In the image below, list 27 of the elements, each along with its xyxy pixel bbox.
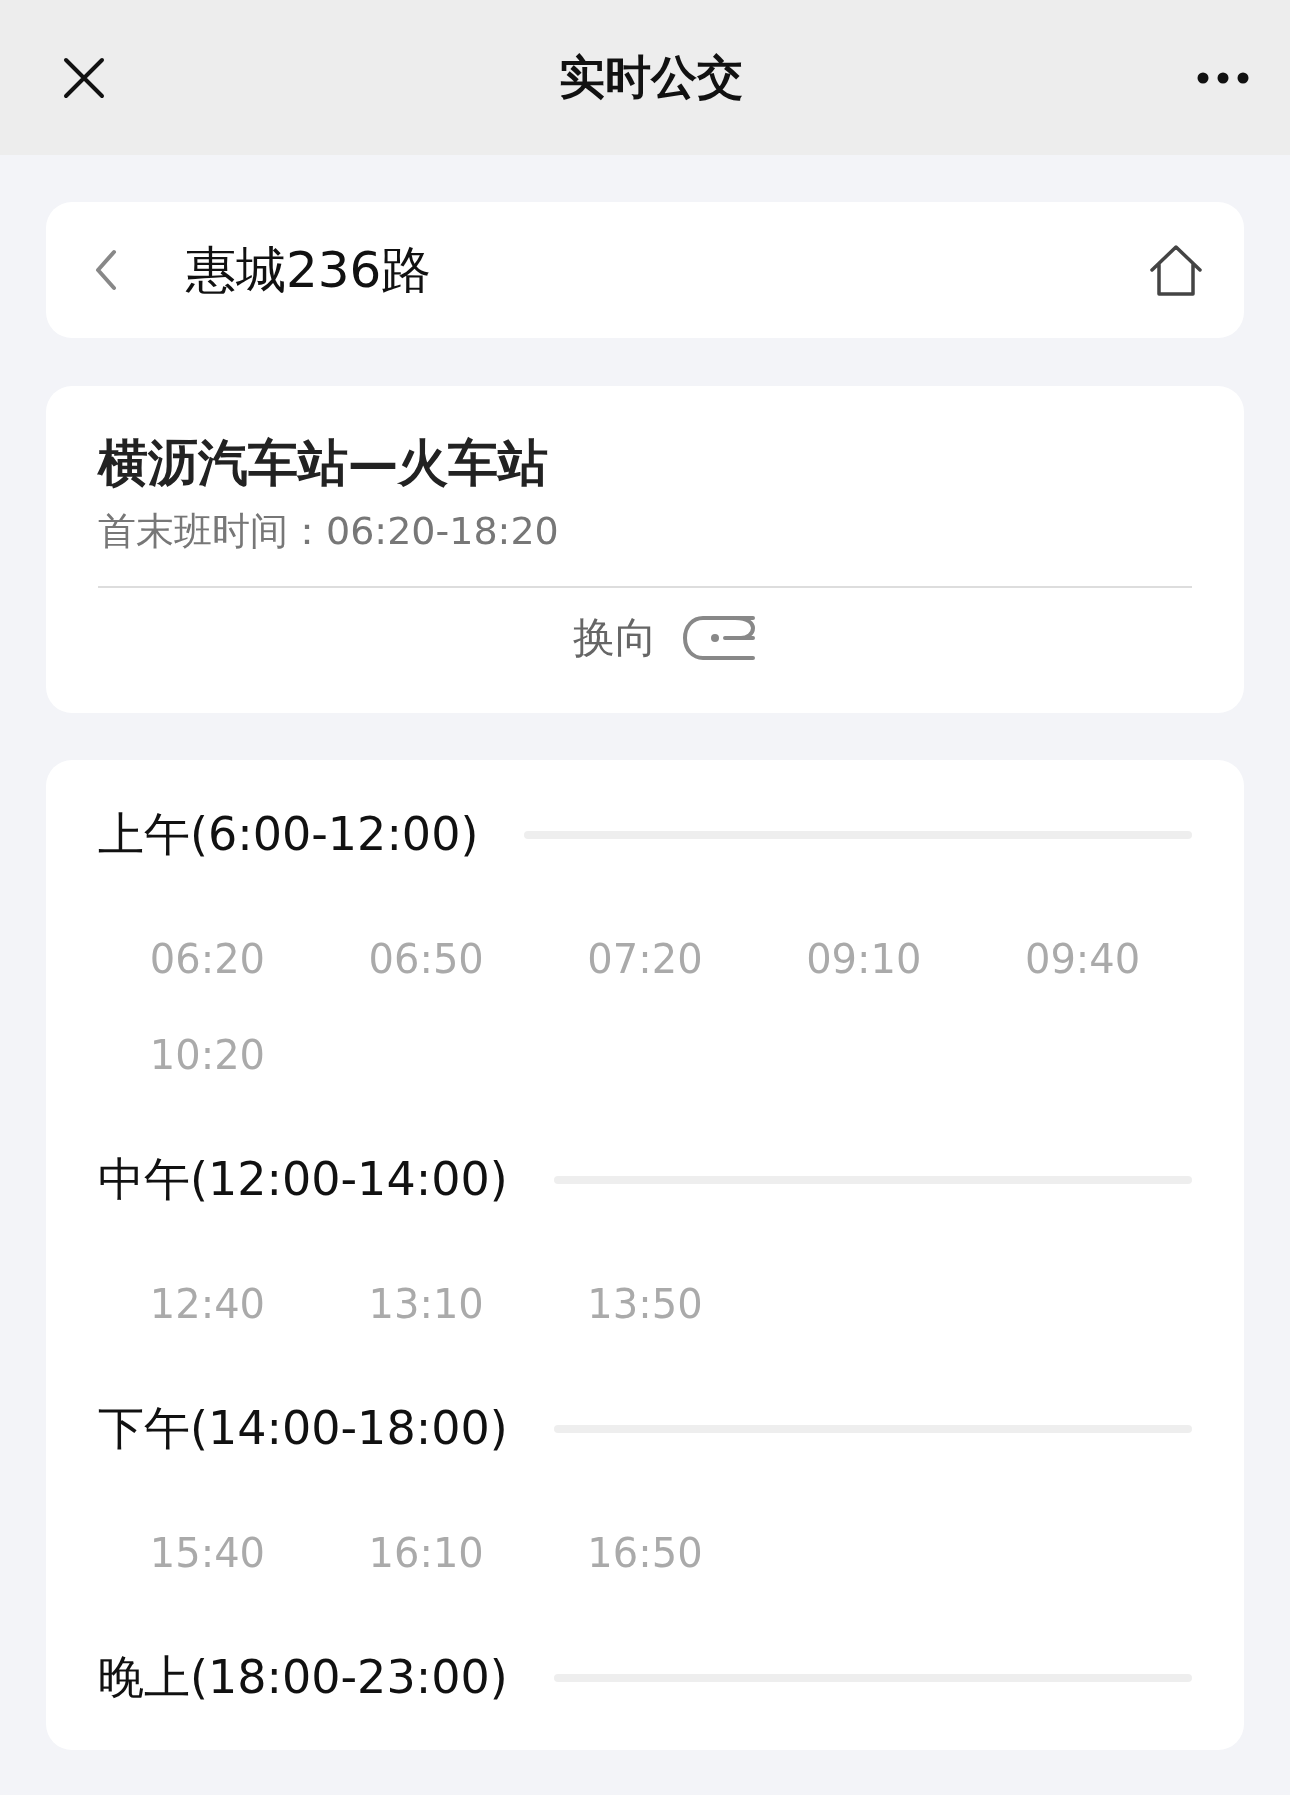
- departure-time: 15:40: [148, 1529, 267, 1578]
- period-label: 中午(12:00-14:00): [98, 1151, 508, 1208]
- home-icon[interactable]: [1148, 242, 1204, 298]
- route-name: 惠城236路: [186, 239, 433, 301]
- departure-time: 12:40: [148, 1280, 267, 1329]
- close-icon[interactable]: [62, 55, 106, 100]
- departure-time: 07:20: [586, 935, 704, 984]
- departure-time: 06:20: [148, 935, 267, 984]
- period-label: 上午(6:00-12:00): [98, 806, 479, 863]
- period-label: 下午(14:00-18:00): [98, 1400, 508, 1457]
- departure-time: 10:20: [148, 1031, 267, 1080]
- hours-value: 06:20-18:20: [326, 509, 559, 553]
- switch-direction-button[interactable]: 换向: [533, 610, 757, 666]
- hours-label: 首末班时间：: [98, 509, 326, 553]
- departure-time: 09:10: [805, 935, 923, 984]
- page-title: 实时公交: [559, 48, 743, 106]
- swap-icon: [681, 614, 757, 662]
- departure-time: 13:10: [367, 1280, 485, 1329]
- departure-time: 13:50: [586, 1280, 704, 1329]
- departure-time: 06:50: [367, 935, 485, 984]
- more-icon[interactable]: [1196, 70, 1250, 85]
- back-icon[interactable]: [94, 248, 118, 292]
- departure-time: 16:50: [586, 1529, 704, 1578]
- period-label: 晚上(18:00-23:00): [98, 1649, 508, 1706]
- departure-time: 16:10: [367, 1529, 485, 1578]
- departure-time: 09:40: [1023, 935, 1142, 984]
- direction-title: 横沥汽车站—火车站: [98, 433, 549, 494]
